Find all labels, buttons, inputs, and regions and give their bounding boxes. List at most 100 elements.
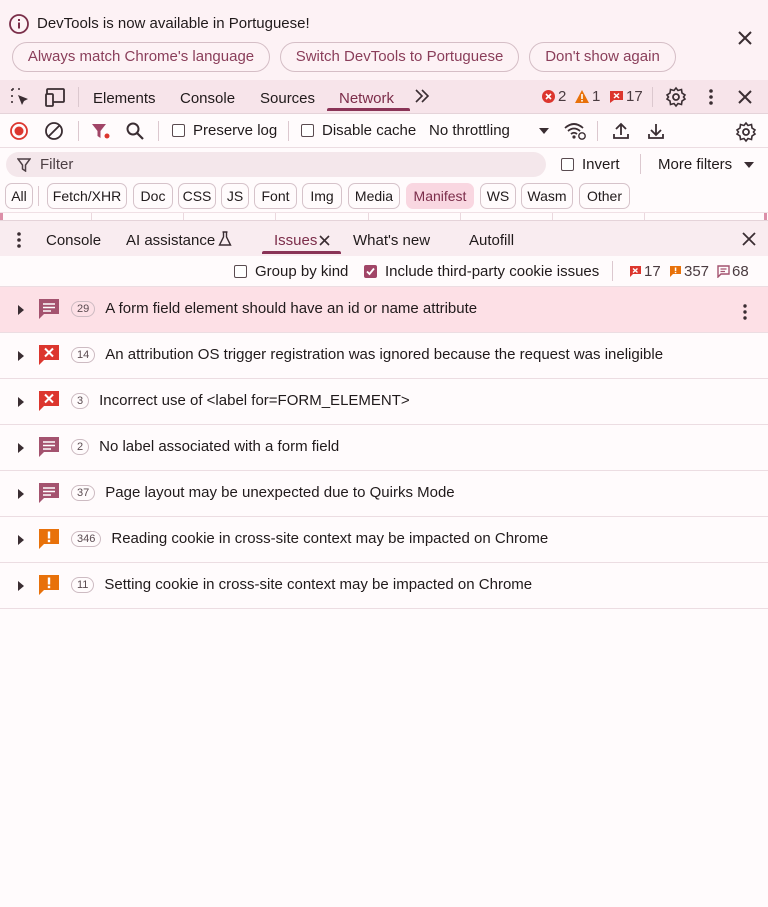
issue-title: Incorrect use of <label for=FORM_ELEMENT… bbox=[99, 392, 410, 409]
close-devtools-icon[interactable] bbox=[736, 88, 754, 106]
filter-funnel-small-icon bbox=[17, 158, 31, 172]
expand-arrow-icon[interactable] bbox=[16, 442, 26, 454]
issue-title: A form field element should have an id o… bbox=[105, 300, 478, 317]
invert-checkbox[interactable]: Invert bbox=[561, 156, 620, 173]
issue-row[interactable]: 346 Reading cookie in cross-site context … bbox=[0, 517, 768, 563]
drawer-tab-bar: Console AI assistance Issues What's new … bbox=[0, 220, 768, 256]
include-third-party-checkbox[interactable]: Include third-party cookie issues bbox=[364, 263, 599, 280]
inspect-element-icon[interactable] bbox=[9, 86, 31, 108]
throttling-select[interactable]: No throttling bbox=[429, 122, 510, 139]
error-circle-icon bbox=[542, 90, 555, 103]
type-filter-js[interactable]: JS bbox=[221, 183, 249, 209]
expand-arrow-icon[interactable] bbox=[16, 396, 26, 408]
disable-cache-label: Disable cache bbox=[322, 122, 417, 139]
always-match-language-button[interactable]: Always match Chrome's language bbox=[12, 42, 270, 72]
more-options-icon[interactable] bbox=[702, 86, 720, 108]
expand-arrow-icon[interactable] bbox=[16, 534, 26, 546]
error-flag-icon bbox=[630, 266, 641, 277]
tab-elements[interactable]: Elements bbox=[93, 90, 156, 107]
error-count[interactable]: 2 bbox=[541, 88, 566, 105]
export-har-download-icon[interactable] bbox=[646, 121, 666, 141]
warning-flag-icon bbox=[670, 266, 681, 277]
improvement-issue-icon bbox=[38, 298, 60, 320]
warning-count[interactable]: 1 bbox=[574, 88, 600, 105]
issue-count-badge: 37 bbox=[71, 485, 96, 501]
type-filter-css[interactable]: CSS bbox=[178, 183, 216, 209]
info-flag-icon bbox=[717, 265, 730, 278]
issue-row[interactable]: 37 Page layout may be unexpected due to Q… bbox=[0, 471, 768, 517]
type-filter-manifest[interactable]: Manifest bbox=[406, 183, 474, 209]
disable-cache-box[interactable] bbox=[301, 124, 314, 137]
group-by-kind-box[interactable] bbox=[234, 265, 247, 278]
expand-arrow-icon[interactable] bbox=[16, 488, 26, 500]
type-filter-all[interactable]: All bbox=[5, 183, 33, 209]
search-icon[interactable] bbox=[125, 121, 145, 141]
clear-log-icon[interactable] bbox=[44, 121, 64, 141]
type-filter-wasm[interactable]: Wasm bbox=[521, 183, 573, 209]
more-tabs-chevron-icon[interactable] bbox=[413, 88, 431, 104]
drawer-tab-autofill[interactable]: Autofill bbox=[469, 232, 514, 249]
device-toolbar-icon[interactable] bbox=[44, 86, 68, 108]
filter-funnel-icon[interactable] bbox=[90, 121, 112, 141]
network-conditions-wifi-icon[interactable] bbox=[563, 121, 587, 141]
network-toolbar: Preserve log Disable cache bbox=[0, 114, 768, 148]
type-filter-doc[interactable]: Doc bbox=[133, 183, 173, 209]
close-issues-tab-icon[interactable] bbox=[318, 234, 331, 247]
issues-info-count-value: 68 bbox=[732, 263, 749, 280]
drawer-tab-ai-assistance[interactable]: AI assistance bbox=[126, 232, 215, 249]
issues-count[interactable]: 17 bbox=[609, 88, 643, 105]
type-filter-font[interactable]: Font bbox=[254, 183, 297, 209]
issue-row[interactable]: 2 No label associated with a form field bbox=[0, 425, 768, 471]
infobar-message: DevTools is now available in Portuguese! bbox=[37, 15, 310, 32]
throttling-dropdown-arrow-icon[interactable] bbox=[538, 127, 550, 135]
network-settings-gear-icon[interactable] bbox=[735, 121, 757, 143]
issue-row[interactable]: 11 Setting cookie in cross-site context m… bbox=[0, 563, 768, 609]
expand-arrow-icon[interactable] bbox=[16, 580, 26, 592]
stop-recording-icon[interactable] bbox=[9, 121, 29, 141]
close-drawer-icon[interactable] bbox=[740, 230, 758, 248]
switch-to-portuguese-button[interactable]: Switch DevTools to Portuguese bbox=[280, 42, 519, 72]
tab-network[interactable]: Network bbox=[339, 90, 394, 107]
drawer-menu-icon[interactable] bbox=[10, 230, 28, 250]
warning-issue-icon bbox=[38, 574, 60, 596]
dont-show-again-button[interactable]: Don't show again bbox=[529, 42, 676, 72]
type-filter-fetch-xhr[interactable]: Fetch/XHR bbox=[47, 183, 127, 209]
tab-console[interactable]: Console bbox=[180, 90, 235, 107]
issues-count-value: 17 bbox=[626, 88, 643, 105]
more-filters-dropdown[interactable]: More filters bbox=[658, 156, 732, 173]
issue-row[interactable]: 3 Incorrect use of <label for=FORM_ELEMEN… bbox=[0, 379, 768, 425]
disable-cache-checkbox[interactable]: Disable cache bbox=[301, 122, 416, 139]
close-infobar-icon[interactable] bbox=[736, 29, 754, 47]
expand-arrow-icon[interactable] bbox=[16, 304, 26, 316]
issue-menu-icon[interactable] bbox=[740, 303, 750, 321]
drawer-tab-whats-new[interactable]: What's new bbox=[353, 232, 430, 249]
warning-triangle-icon bbox=[575, 90, 589, 103]
issue-flag-icon bbox=[610, 91, 623, 103]
import-har-upload-icon[interactable] bbox=[611, 121, 631, 141]
issues-error-count-value: 17 bbox=[644, 263, 661, 280]
type-filter-img[interactable]: Img bbox=[302, 183, 342, 209]
include-third-party-label: Include third-party cookie issues bbox=[385, 263, 600, 280]
drawer-tab-console[interactable]: Console bbox=[46, 232, 101, 249]
type-filter-ws[interactable]: WS bbox=[480, 183, 516, 209]
issue-title: No label associated with a form field bbox=[99, 438, 340, 455]
more-filters-arrow-icon[interactable] bbox=[743, 161, 755, 169]
issues-info-count: 68 bbox=[717, 263, 749, 280]
expand-arrow-icon[interactable] bbox=[16, 350, 26, 362]
type-filter-media[interactable]: Media bbox=[348, 183, 400, 209]
group-by-kind-checkbox[interactable]: Group by kind bbox=[234, 263, 348, 280]
type-filter-other[interactable]: Other bbox=[579, 183, 630, 209]
issue-count-badge: 346 bbox=[71, 531, 102, 547]
preserve-log-checkbox[interactable]: Preserve log bbox=[172, 122, 277, 139]
issue-row[interactable]: 14 An attribution OS trigger registration… bbox=[0, 333, 768, 379]
info-icon bbox=[8, 13, 30, 35]
filter-input[interactable]: Filter bbox=[6, 152, 546, 177]
tab-sources[interactable]: Sources bbox=[260, 90, 315, 107]
invert-box[interactable] bbox=[561, 158, 574, 171]
settings-gear-icon[interactable] bbox=[665, 86, 687, 108]
preserve-log-box[interactable] bbox=[172, 124, 185, 137]
issue-row[interactable]: 29 A form field element should have an id… bbox=[0, 287, 768, 333]
drawer-tab-issues[interactable]: Issues bbox=[274, 232, 317, 249]
error-issue-icon bbox=[38, 344, 60, 366]
include-third-party-box[interactable] bbox=[364, 265, 377, 278]
